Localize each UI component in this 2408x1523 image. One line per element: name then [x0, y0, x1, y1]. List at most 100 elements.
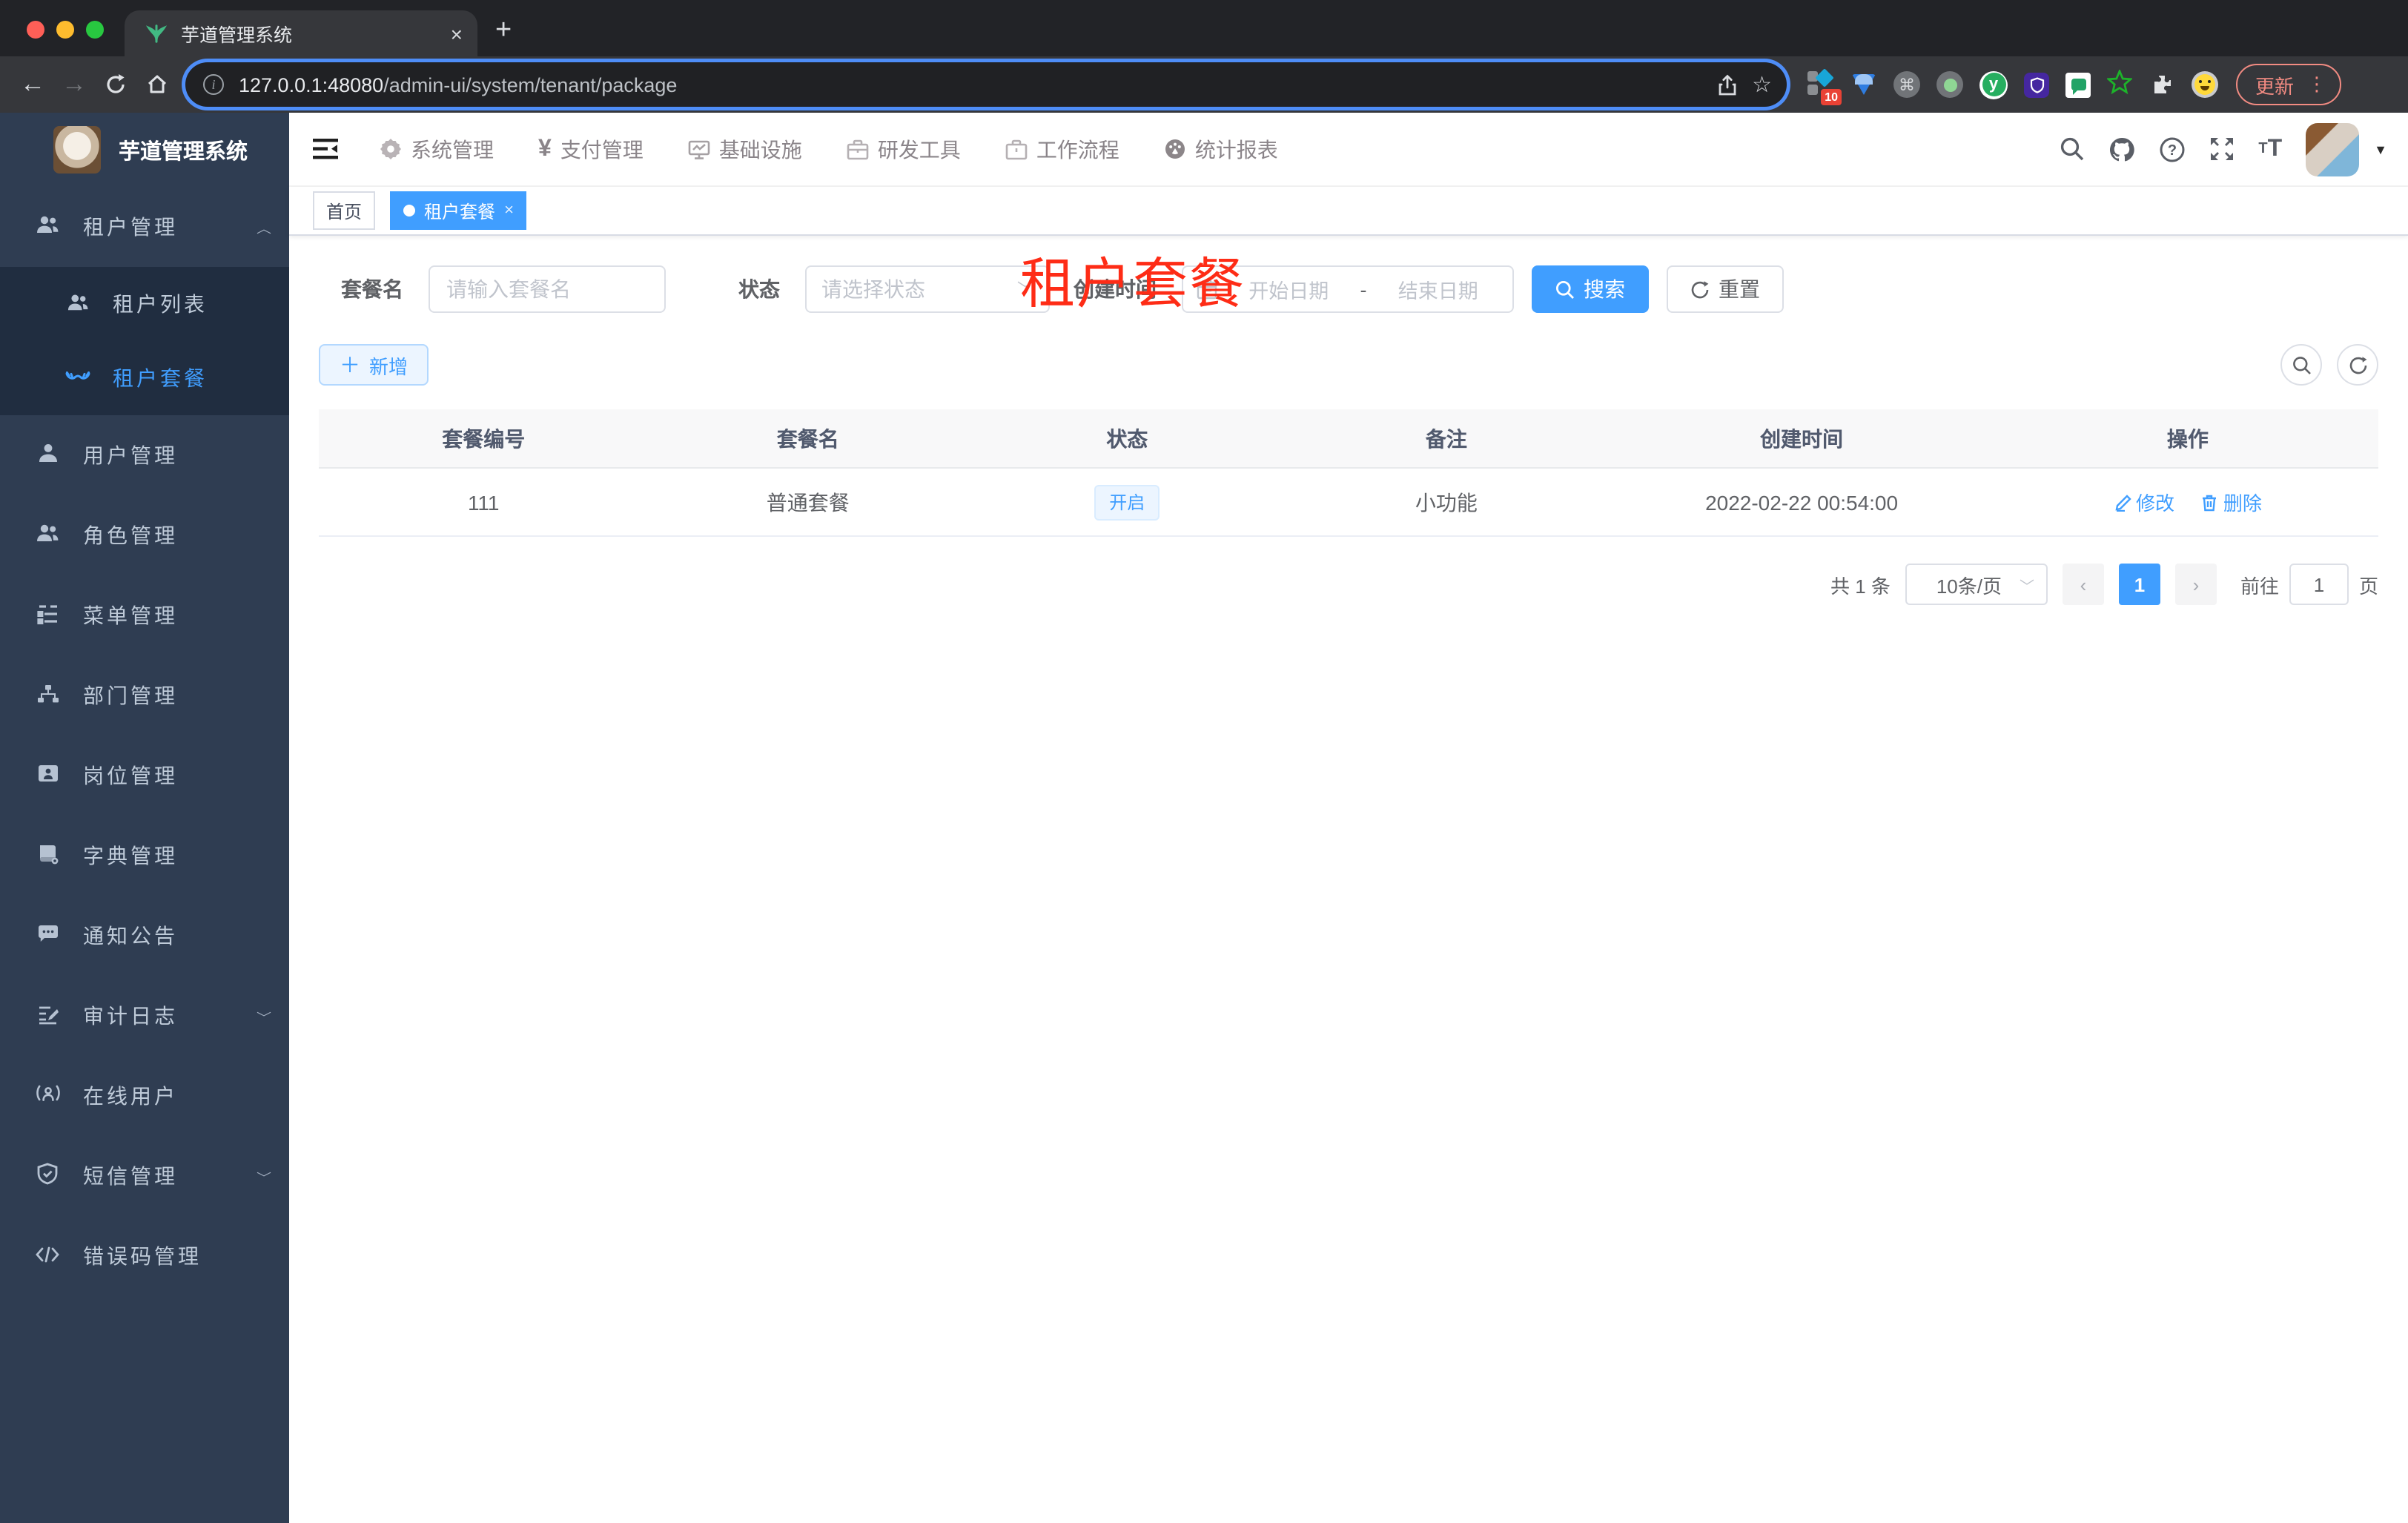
- github-icon[interactable]: [2108, 136, 2135, 162]
- sidebar-item-label: 用户管理: [83, 443, 178, 467]
- prev-page-button[interactable]: ‹: [2062, 564, 2104, 605]
- tab-close-icon[interactable]: ×: [451, 22, 463, 45]
- top-nav-infra[interactable]: 基础设施: [688, 134, 802, 164]
- back-button[interactable]: ←: [12, 64, 53, 105]
- extensions-puzzle-icon[interactable]: [2149, 71, 2175, 98]
- delete-link[interactable]: 删除: [2201, 488, 2262, 516]
- tree-list-icon: [36, 603, 59, 628]
- sidebar-item-online-users[interactable]: 在线用户: [0, 1056, 289, 1136]
- browser-tab[interactable]: 芋道管理系统 ×: [125, 10, 477, 56]
- forward-button[interactable]: →: [53, 64, 95, 105]
- sidebar-item-tenant-management[interactable]: 租户管理 ︿: [0, 187, 289, 267]
- badge-icon: [36, 764, 59, 787]
- url-text[interactable]: 127.0.0.1:48080/admin-ui/system/tenant/p…: [239, 73, 1701, 96]
- status-badge[interactable]: 开启: [1094, 484, 1160, 520]
- home-button[interactable]: [136, 64, 178, 105]
- page-size-select[interactable]: 10条/页 ﹀: [1905, 564, 2048, 605]
- top-nav-label: 基础设施: [718, 137, 802, 161]
- refresh-table-button[interactable]: [2337, 344, 2378, 386]
- font-size-icon[interactable]: TT: [2258, 136, 2282, 162]
- extensions-bar: 10 ⌘ y: [1807, 68, 2218, 105]
- minimize-window-button[interactable]: [56, 21, 74, 39]
- sidebar-item-dict-management[interactable]: 字典管理: [0, 816, 289, 896]
- sidebar-item-sms-management[interactable]: 短信管理 ﹀: [0, 1136, 289, 1216]
- table-row[interactable]: 111 普通套餐 开启 小功能 2022-02-22 00:54:00 修改 删…: [319, 469, 2378, 537]
- top-nav: 系统管理 ¥ 支付管理 基础设施 研发工具 工作流程 统计报表: [380, 134, 1278, 164]
- top-nav-devtools[interactable]: 研发工具: [847, 134, 961, 164]
- chevron-up-icon: ︿: [257, 222, 271, 236]
- extension-emoji-icon[interactable]: [2192, 71, 2218, 98]
- user-avatar[interactable]: [2306, 122, 2360, 176]
- sidebar-item-user-management[interactable]: 用户管理: [0, 415, 289, 495]
- next-page-button[interactable]: ›: [2174, 564, 2217, 605]
- extension-shield-icon[interactable]: [2024, 72, 2049, 97]
- browser-update-button[interactable]: 更新 ⋮: [2236, 64, 2342, 105]
- tag-home[interactable]: 首页: [313, 191, 376, 230]
- top-nav-pay[interactable]: ¥ 支付管理: [538, 134, 644, 164]
- site-info-icon[interactable]: i: [203, 74, 224, 95]
- sidebar-item-errcode-management[interactable]: 错误码管理: [0, 1216, 289, 1296]
- search-button[interactable]: 搜索: [1532, 265, 1649, 313]
- package-name-input[interactable]: [429, 265, 666, 313]
- users-icon: [36, 214, 59, 240]
- extension-y-icon[interactable]: y: [1979, 70, 2008, 99]
- search-icon[interactable]: [2060, 136, 2085, 162]
- sidebar-item-post-management[interactable]: 岗位管理: [0, 736, 289, 816]
- top-nav-system[interactable]: 系统管理: [380, 134, 494, 164]
- sidebar-item-tenant-list[interactable]: 租户列表: [0, 267, 289, 341]
- extension-star-icon[interactable]: [2106, 68, 2134, 99]
- reset-label: 重置: [1719, 277, 1760, 301]
- browser-menu-icon[interactable]: ⋮: [2307, 73, 2326, 96]
- cell-actions: 修改 删除: [1997, 488, 2378, 516]
- sidebar-item-notice[interactable]: 通知公告: [0, 896, 289, 976]
- show-search-toggle-button[interactable]: [2280, 344, 2322, 386]
- sidebar-item-role-management[interactable]: 角色管理: [0, 495, 289, 575]
- active-dot-icon: [403, 205, 416, 217]
- sidebar-fold-icon[interactable]: [313, 138, 338, 160]
- update-label: 更新: [2255, 75, 2295, 97]
- goto-unit-label: 页: [2358, 575, 2378, 597]
- add-button[interactable]: ＋ 新增: [319, 344, 429, 386]
- sidebar-item-tenant-package[interactable]: 租户套餐: [0, 341, 289, 415]
- extension-recorder-icon[interactable]: [1936, 71, 1963, 98]
- zoom-window-button[interactable]: [86, 21, 104, 39]
- sidebar-item-menu-management[interactable]: 菜单管理: [0, 575, 289, 655]
- column-header: 创建时间: [1760, 426, 1844, 450]
- reload-button[interactable]: [95, 64, 136, 105]
- fullscreen-icon[interactable]: [2209, 136, 2235, 162]
- top-nav-workflow[interactable]: 工作流程: [1005, 134, 1119, 164]
- tag-close-icon[interactable]: ×: [504, 202, 514, 219]
- extension-command-icon[interactable]: ⌘: [1893, 71, 1920, 98]
- extension-chat-icon[interactable]: [2065, 72, 2091, 97]
- extension-tiles-icon[interactable]: 10: [1807, 68, 1842, 105]
- url-host: 127.0.0.1:48080: [239, 73, 384, 96]
- tag-tenant-package[interactable]: 租户套餐 ×: [390, 191, 527, 230]
- reset-button[interactable]: 重置: [1667, 265, 1784, 313]
- sidebar-item-label: 租户管理: [83, 215, 178, 239]
- extension-drop-icon[interactable]: [1850, 71, 1877, 98]
- sidebar-item-label: 短信管理: [83, 1164, 178, 1188]
- share-icon[interactable]: [1716, 73, 1737, 96]
- goto-page-input[interactable]: [2289, 564, 2349, 605]
- edit-link[interactable]: 修改: [2114, 488, 2174, 516]
- address-bar[interactable]: i 127.0.0.1:48080/admin-ui/system/tenant…: [185, 62, 1787, 107]
- help-icon[interactable]: ?: [2159, 136, 2186, 162]
- message-icon: [36, 923, 59, 948]
- start-date-placeholder[interactable]: 开始日期: [1228, 274, 1350, 304]
- avatar-caret-icon[interactable]: ▼: [2374, 142, 2387, 156]
- page-1-button[interactable]: 1: [2118, 564, 2160, 605]
- end-date-placeholder[interactable]: 结束日期: [1377, 274, 1500, 304]
- sidebar-logo-row[interactable]: 芋道管理系统: [0, 113, 289, 187]
- top-nav-report[interactable]: 统计报表: [1164, 134, 1278, 164]
- sidebar-item-label: 菜单管理: [83, 604, 178, 627]
- search-label: 搜索: [1584, 277, 1625, 301]
- new-tab-button[interactable]: +: [495, 15, 512, 47]
- sidebar-item-audit-log[interactable]: 审计日志 ﹀: [0, 976, 289, 1056]
- status-select[interactable]: 请选择状态 ﹀: [805, 265, 1050, 313]
- chevron-down-icon: ﹀: [257, 1011, 271, 1025]
- bookmark-star-icon[interactable]: ☆: [1752, 71, 1772, 98]
- close-window-button[interactable]: [27, 21, 44, 39]
- page-content: 租户套餐 套餐名 状态 请选择状态 ﹀ 创建时间: [289, 236, 2408, 1523]
- sidebar-item-dept-management[interactable]: 部门管理: [0, 655, 289, 736]
- sidebar-item-label: 部门管理: [83, 684, 178, 707]
